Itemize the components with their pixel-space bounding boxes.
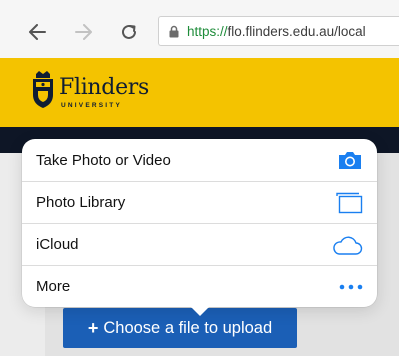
sheet-item-label: Photo Library [36, 194, 126, 211]
back-arrow-icon [29, 24, 46, 40]
reload-button[interactable] [117, 20, 141, 44]
sheet-item-label: iCloud [36, 236, 79, 253]
url-text: https://flo.flinders.edu.au/local [187, 24, 366, 39]
back-button[interactable] [25, 20, 49, 44]
sheet-item-icloud[interactable]: iCloud [22, 223, 377, 265]
address-bar[interactable]: https://flo.flinders.edu.au/local [158, 16, 399, 46]
sheet-item-label: More [36, 278, 71, 295]
browser-toolbar: https://flo.flinders.edu.au/local [0, 0, 399, 59]
plus-icon: + [87, 317, 99, 338]
url-scheme: https:// [187, 23, 228, 39]
more-icon [339, 284, 363, 290]
sheet-item-take-photo[interactable]: Take Photo or Video [22, 139, 377, 181]
brand-subtitle: UNIVERSITY [61, 102, 123, 109]
photo-library-icon [335, 192, 363, 214]
brand-name: Flinders [59, 75, 150, 100]
forward-button[interactable] [72, 20, 96, 44]
icloud-icon [331, 234, 363, 256]
site-header: Flinders UNIVERSITY [0, 58, 399, 127]
forward-arrow-icon [75, 24, 92, 40]
sheet-item-label: Take Photo or Video [36, 151, 171, 169]
url-host: flo.flinders.edu.au/local [227, 23, 366, 39]
camera-icon [337, 150, 363, 170]
flinders-crest-logo [33, 71, 53, 108]
lock-icon [169, 25, 179, 37]
choose-file-button[interactable]: + Choose a file to upload [63, 308, 297, 348]
file-source-action-sheet: Take Photo or Video Photo Library iCloud… [22, 139, 377, 307]
sheet-item-photo-library[interactable]: Photo Library [22, 181, 377, 223]
reload-icon [122, 24, 136, 39]
choose-file-label: Choose a file to upload [103, 318, 273, 337]
popover-arrow [189, 305, 211, 316]
sheet-item-more[interactable]: More [22, 265, 377, 307]
